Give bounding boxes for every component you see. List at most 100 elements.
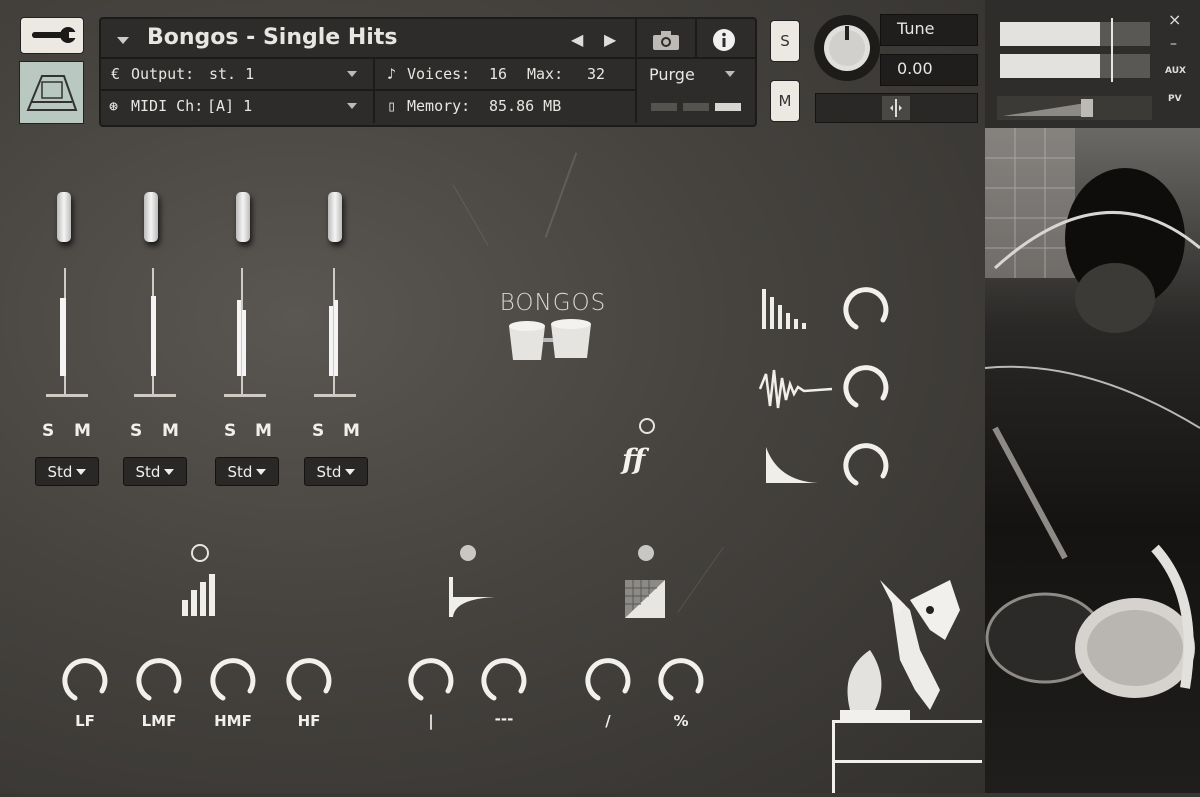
decay-knob[interactable] — [842, 286, 890, 334]
bars-icon[interactable] — [180, 572, 218, 618]
drive-mix-knob[interactable] — [657, 657, 705, 705]
pan-slider[interactable] — [815, 93, 978, 123]
grid-led[interactable] — [638, 545, 654, 561]
musician-photo — [984, 128, 1200, 793]
next-instrument-icon[interactable]: ▶ — [604, 30, 616, 49]
rack-controls: × – AUX PV — [985, 0, 1200, 128]
waveform-knob[interactable] — [842, 364, 890, 412]
wrench-icon — [32, 27, 77, 43]
pv-label[interactable]: PV — [1168, 94, 1182, 104]
channel-4-solo[interactable]: S — [312, 421, 324, 441]
hmf-knob[interactable] — [209, 657, 257, 705]
aux-label[interactable]: AUX — [1165, 66, 1186, 76]
info-icon[interactable] — [712, 28, 736, 52]
output-value[interactable]: st. 1 — [209, 65, 254, 83]
channel-1-solo[interactable]: S — [42, 421, 54, 441]
instrument-thumbnail[interactable] — [19, 61, 84, 124]
channel-2-mute[interactable]: M — [162, 421, 179, 441]
purge-dropdown-icon[interactable] — [725, 71, 735, 77]
decay-icon[interactable] — [760, 285, 808, 331]
solo-button[interactable]: S — [770, 20, 800, 62]
level-bar — [242, 310, 246, 376]
voices-label: Voices: — [407, 65, 471, 83]
level-bar — [60, 298, 66, 376]
level-bar — [237, 300, 241, 376]
channel-2-fader[interactable] — [144, 192, 158, 242]
channel-3-fader[interactable] — [236, 192, 250, 242]
aux-pan-slider[interactable] — [997, 96, 1152, 120]
channel-1-fader[interactable] — [57, 192, 71, 242]
purge-meter-segment — [715, 103, 741, 111]
header-divider — [635, 19, 637, 123]
channel-3-mode-select[interactable]: Std — [215, 457, 279, 486]
header-divider — [101, 57, 755, 59]
close-button[interactable]: × — [1168, 10, 1181, 29]
mute-button[interactable]: M — [770, 80, 800, 122]
level-bar — [329, 306, 333, 376]
curve-knob[interactable] — [842, 442, 890, 490]
fader-cap[interactable] — [328, 192, 342, 242]
bongos-logo-text: BONGOS — [499, 290, 607, 316]
reverb-mix-knob[interactable] — [480, 657, 528, 705]
max-voices-value[interactable]: 32 — [587, 65, 605, 83]
max-label: Max: — [527, 65, 564, 83]
prev-instrument-icon[interactable]: ◀ — [571, 30, 583, 49]
channel-1-mode-select[interactable]: Std — [35, 457, 99, 486]
midi-value[interactable]: [A] 1 — [207, 97, 252, 115]
lf-label: LF — [75, 712, 95, 730]
level-bar — [151, 296, 156, 376]
dropdown-arrow-icon — [345, 468, 356, 475]
curve-icon[interactable] — [762, 445, 820, 485]
drive-knob[interactable] — [584, 657, 632, 705]
channel-3-mute[interactable]: M — [255, 421, 272, 441]
midi-icon: ⊛ — [109, 97, 119, 115]
reverb-icon[interactable] — [445, 575, 497, 619]
fader-cap[interactable] — [144, 192, 158, 242]
hf-label: HF — [297, 712, 321, 730]
minimize-button[interactable]: – — [1170, 36, 1177, 52]
instrument-header: Bongos - Single Hits ◀ ▶ € Output: st. 1… — [99, 17, 757, 127]
volume-fader-handle[interactable] — [1111, 18, 1113, 50]
tune-knob[interactable] — [813, 14, 881, 82]
musician-photo-art — [984, 128, 1200, 698]
instrument-menu-arrow-icon[interactable] — [117, 37, 129, 44]
midi-label: MIDI Ch: — [131, 97, 204, 115]
channel-4-mode-select[interactable]: Std — [304, 457, 368, 486]
tune-label-box: Tune — [880, 14, 978, 46]
voices-icon: ♪ — [387, 65, 397, 83]
eq-led[interactable] — [191, 544, 209, 562]
camera-icon[interactable] — [651, 29, 681, 51]
dropdown-arrow-icon — [76, 468, 87, 475]
instrument-name[interactable]: Bongos - Single Hits — [147, 25, 397, 50]
channel-3-solo[interactable]: S — [224, 421, 236, 441]
output-dropdown-icon[interactable] — [347, 71, 357, 77]
reverb-size-knob[interactable] — [407, 657, 455, 705]
purge-button[interactable]: Purge — [649, 65, 695, 84]
fader-cap[interactable] — [57, 192, 71, 242]
purge-meter-segment — [651, 103, 677, 111]
channel-4-mute[interactable]: M — [343, 421, 360, 441]
wrench-button[interactable] — [20, 17, 84, 54]
volume-fader-handle[interactable] — [1111, 50, 1113, 82]
tune-value-box[interactable]: 0.00 — [880, 54, 978, 86]
dropdown-arrow-icon — [164, 468, 175, 475]
tune-label: Tune — [897, 19, 935, 38]
grid-icon[interactable] — [623, 578, 667, 620]
lmf-knob[interactable] — [135, 657, 183, 705]
memory-label: Memory: — [407, 97, 471, 115]
channel-2-solo[interactable]: S — [130, 421, 142, 441]
hf-knob[interactable] — [285, 657, 333, 705]
mode-label: Std — [135, 462, 161, 481]
pan-slider-handle[interactable] — [882, 96, 910, 120]
reverb-led[interactable] — [460, 545, 476, 561]
midi-dropdown-icon[interactable] — [347, 103, 357, 109]
fader-cap[interactable] — [236, 192, 250, 242]
dynamics-label[interactable]: ff — [622, 443, 645, 476]
dynamics-led[interactable] — [639, 418, 655, 434]
waveform-icon[interactable] — [758, 366, 834, 412]
channel-2-mode-select[interactable]: Std — [123, 457, 187, 486]
lf-knob[interactable] — [61, 657, 109, 705]
reverb-mix-label: --- — [494, 710, 514, 728]
channel-4-fader[interactable] — [328, 192, 342, 242]
channel-1-mute[interactable]: M — [74, 421, 91, 441]
